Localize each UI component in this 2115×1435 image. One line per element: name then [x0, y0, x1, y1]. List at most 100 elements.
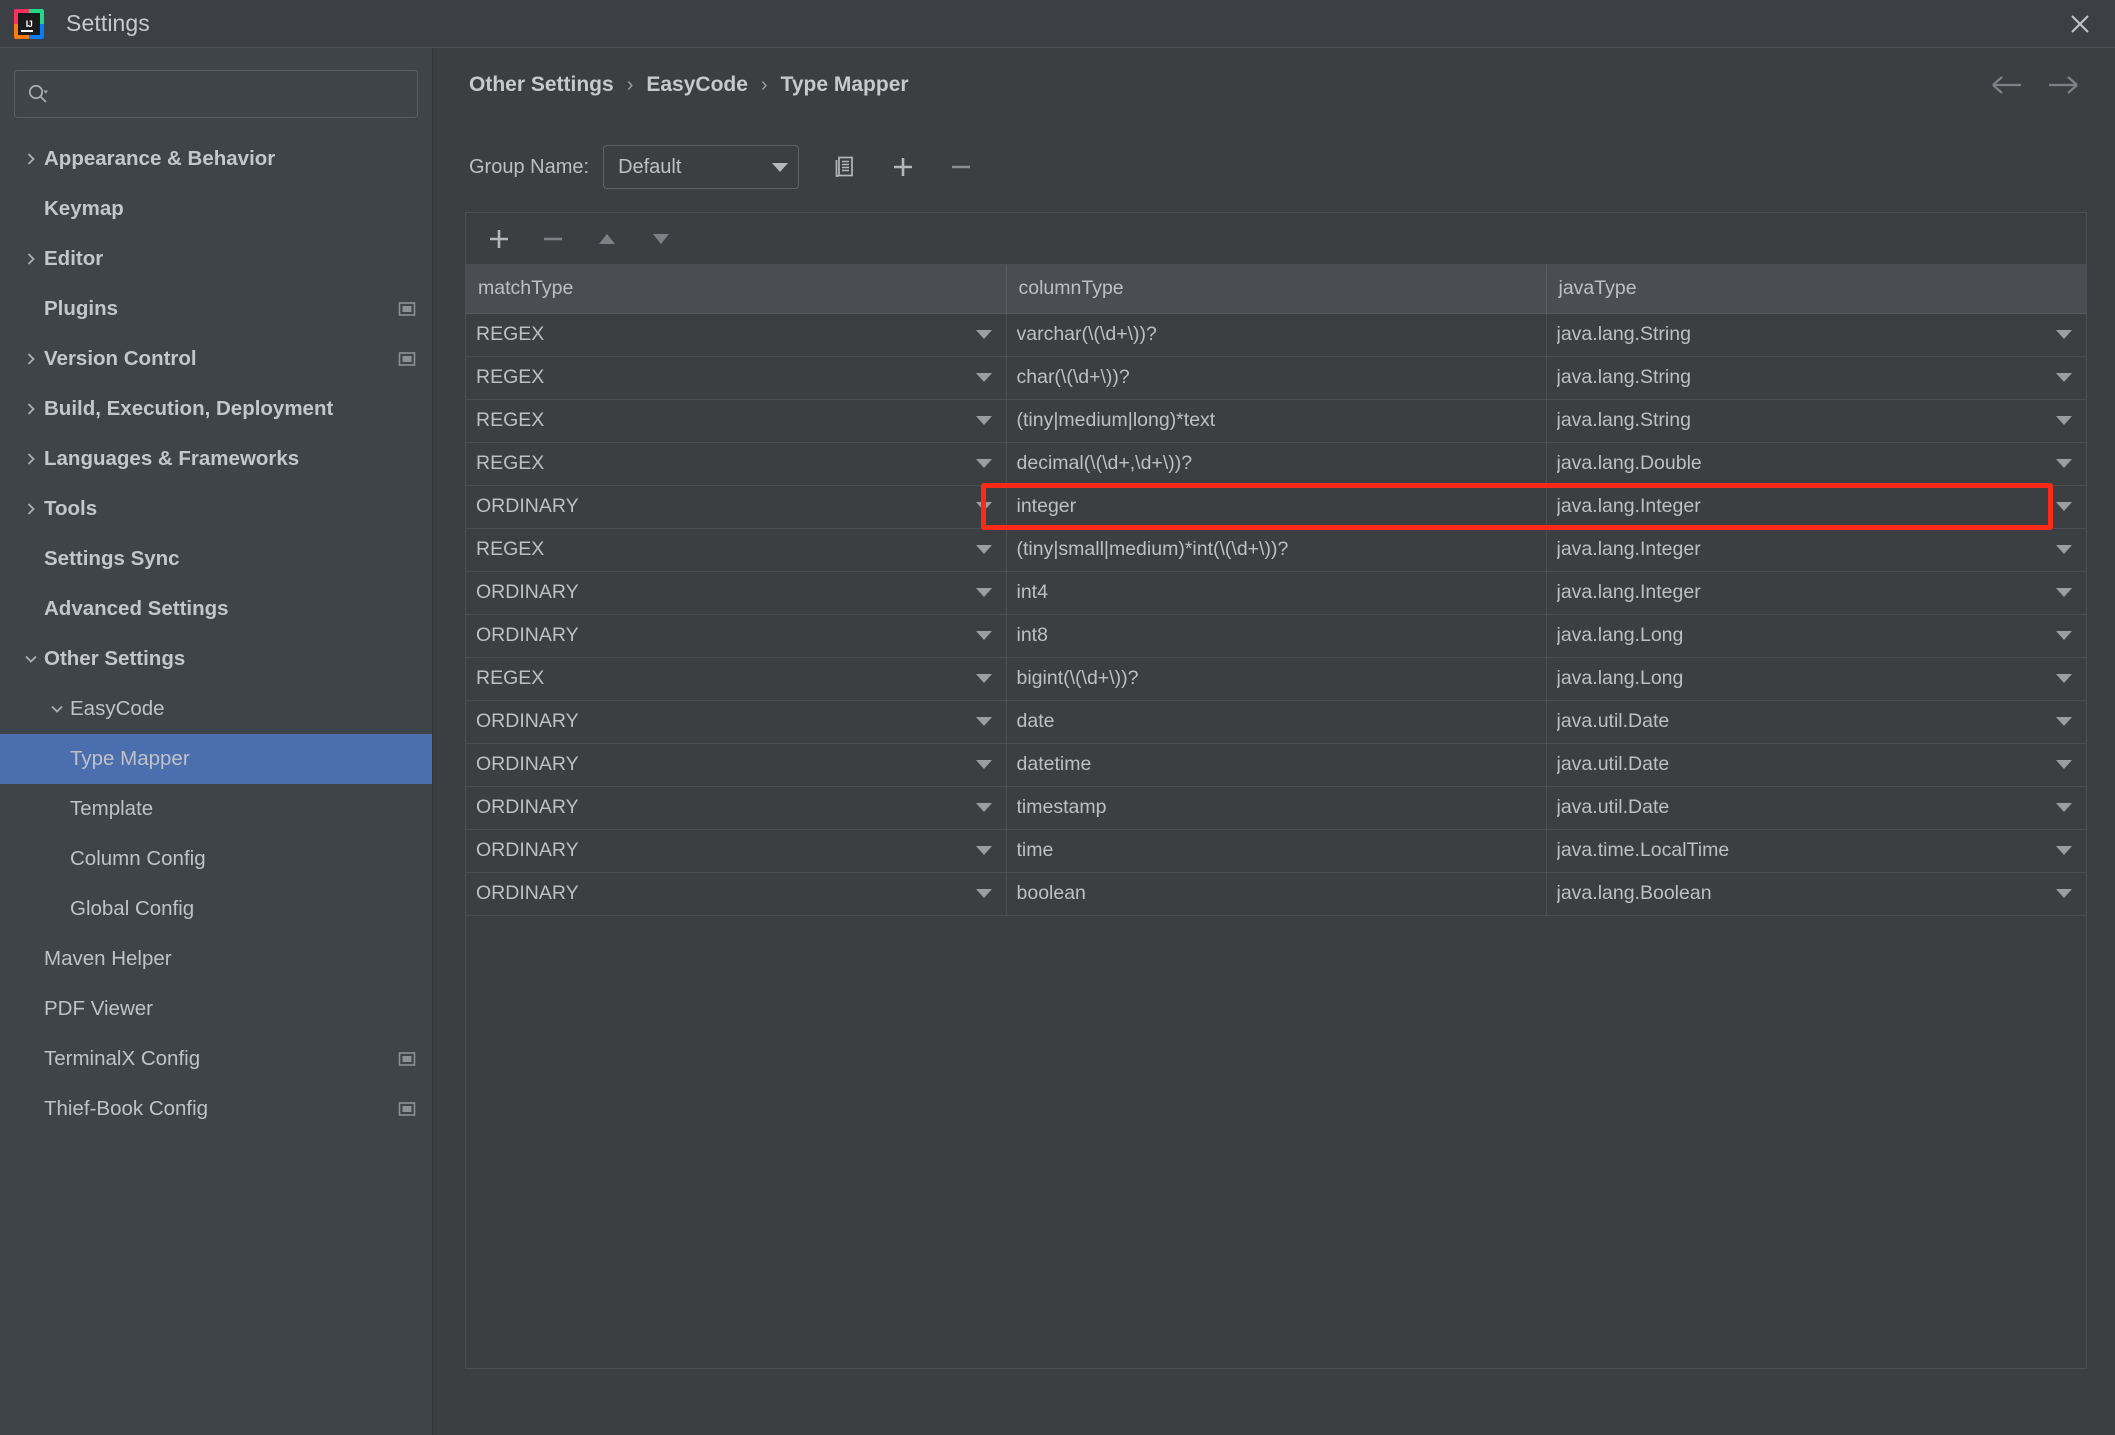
chevron-down-icon[interactable]: [2056, 846, 2072, 855]
table-row[interactable]: ORDINARYbooleanjava.lang.Boolean: [466, 872, 2086, 915]
sidebar-item-terminalx-config[interactable]: TerminalX Config: [0, 1034, 432, 1084]
chevron-down-icon[interactable]: [2056, 588, 2072, 597]
cell-javatype[interactable]: java.lang.Long: [1546, 657, 2086, 700]
breadcrumb-item-1[interactable]: EasyCode: [646, 73, 748, 97]
chevron-down-icon[interactable]: [44, 701, 70, 717]
chevron-down-icon[interactable]: [2056, 459, 2072, 468]
cell-matchtype[interactable]: REGEX: [466, 657, 1006, 700]
chevron-down-icon[interactable]: [2056, 545, 2072, 554]
cell-javatype[interactable]: java.lang.Integer: [1546, 571, 2086, 614]
chevron-down-icon[interactable]: [2056, 416, 2072, 425]
cell-javatype[interactable]: java.util.Date: [1546, 743, 2086, 786]
sidebar-item-build-execution-deployment[interactable]: Build, Execution, Deployment: [0, 384, 432, 434]
cell-matchtype[interactable]: ORDINARY: [466, 872, 1006, 915]
cell-javatype[interactable]: java.util.Date: [1546, 700, 2086, 743]
cell-columntype[interactable]: bigint(\(\d+\))?: [1006, 657, 1546, 700]
table-row[interactable]: REGEXvarchar(\(\d+\))?java.lang.String: [466, 313, 2086, 356]
sidebar-item-pdf-viewer[interactable]: PDF Viewer: [0, 984, 432, 1034]
sidebar-item-tools[interactable]: Tools: [0, 484, 432, 534]
sidebar-item-easycode[interactable]: EasyCode: [0, 684, 432, 734]
chevron-right-icon[interactable]: [18, 451, 44, 467]
cell-columntype[interactable]: datetime: [1006, 743, 1546, 786]
table-row[interactable]: ORDINARYdatetimejava.util.Date: [466, 743, 2086, 786]
table-scroll-area[interactable]: matchType columnType javaType REGEXvarch…: [466, 265, 2086, 1368]
chevron-down-icon[interactable]: [976, 674, 992, 683]
cell-javatype[interactable]: java.lang.Double: [1546, 442, 2086, 485]
chevron-down-icon[interactable]: [2056, 674, 2072, 683]
cell-columntype[interactable]: char(\(\d+\))?: [1006, 356, 1546, 399]
cell-javatype[interactable]: java.lang.Integer: [1546, 528, 2086, 571]
arrow-right-icon[interactable]: [2047, 73, 2079, 97]
cell-matchtype[interactable]: ORDINARY: [466, 829, 1006, 872]
sidebar-item-appearance-behavior[interactable]: Appearance & Behavior: [0, 134, 432, 184]
cell-matchtype[interactable]: ORDINARY: [466, 614, 1006, 657]
cell-javatype[interactable]: java.time.LocalTime: [1546, 829, 2086, 872]
chevron-down-icon[interactable]: [2056, 889, 2072, 898]
sidebar-item-settings-sync[interactable]: Settings Sync: [0, 534, 432, 584]
sidebar-item-advanced-settings[interactable]: Advanced Settings: [0, 584, 432, 634]
chevron-down-icon[interactable]: [2056, 760, 2072, 769]
cell-javatype[interactable]: java.lang.String: [1546, 399, 2086, 442]
sidebar-item-maven-helper[interactable]: Maven Helper: [0, 934, 432, 984]
chevron-down-icon[interactable]: [2056, 373, 2072, 382]
table-row[interactable]: ORDINARYint4java.lang.Integer: [466, 571, 2086, 614]
chevron-down-icon[interactable]: [2056, 330, 2072, 339]
chevron-down-icon[interactable]: [18, 651, 44, 667]
breadcrumb-item-0[interactable]: Other Settings: [469, 73, 614, 97]
sidebar-item-column-config[interactable]: Column Config: [0, 834, 432, 884]
chevron-down-icon[interactable]: [976, 502, 992, 511]
cell-matchtype[interactable]: ORDINARY: [466, 700, 1006, 743]
cell-columntype[interactable]: boolean: [1006, 872, 1546, 915]
chevron-down-icon[interactable]: [2056, 631, 2072, 640]
cell-matchtype[interactable]: ORDINARY: [466, 485, 1006, 528]
group-name-select[interactable]: Default: [603, 145, 799, 189]
table-row[interactable]: ORDINARYtimestampjava.util.Date: [466, 786, 2086, 829]
arrow-left-icon[interactable]: [1991, 73, 2023, 97]
chevron-down-icon[interactable]: [976, 416, 992, 425]
close-icon[interactable]: [2063, 7, 2097, 41]
remove-row-button[interactable]: [532, 218, 574, 260]
chevron-down-icon[interactable]: [2056, 803, 2072, 812]
chevron-down-icon[interactable]: [976, 889, 992, 898]
add-group-button[interactable]: [883, 147, 923, 187]
table-row[interactable]: ORDINARYtimejava.time.LocalTime: [466, 829, 2086, 872]
cell-matchtype[interactable]: ORDINARY: [466, 743, 1006, 786]
search-box[interactable]: [14, 70, 418, 118]
column-header-matchtype[interactable]: matchType: [466, 265, 1006, 313]
cell-columntype[interactable]: timestamp: [1006, 786, 1546, 829]
cell-columntype[interactable]: integer: [1006, 485, 1546, 528]
sidebar-item-version-control[interactable]: Version Control: [0, 334, 432, 384]
search-input[interactable]: [57, 84, 405, 105]
cell-matchtype[interactable]: ORDINARY: [466, 571, 1006, 614]
cell-columntype[interactable]: int4: [1006, 571, 1546, 614]
sidebar-item-keymap[interactable]: Keymap: [0, 184, 432, 234]
cell-javatype[interactable]: java.lang.Boolean: [1546, 872, 2086, 915]
chevron-down-icon[interactable]: [976, 588, 992, 597]
cell-matchtype[interactable]: REGEX: [466, 399, 1006, 442]
chevron-down-icon[interactable]: [976, 545, 992, 554]
sidebar-item-template[interactable]: Template: [0, 784, 432, 834]
column-header-columntype[interactable]: columnType: [1006, 265, 1546, 313]
sidebar-item-type-mapper[interactable]: Type Mapper: [0, 734, 432, 784]
table-row[interactable]: ORDINARYintegerjava.lang.Integer: [466, 485, 2086, 528]
cell-javatype[interactable]: java.lang.String: [1546, 313, 2086, 356]
chevron-down-icon[interactable]: [2056, 502, 2072, 511]
cell-columntype[interactable]: (tiny|small|medium)*int(\(\d+\))?: [1006, 528, 1546, 571]
chevron-right-icon[interactable]: [18, 151, 44, 167]
cell-matchtype[interactable]: REGEX: [466, 356, 1006, 399]
chevron-down-icon[interactable]: [976, 803, 992, 812]
cell-columntype[interactable]: (tiny|medium|long)*text: [1006, 399, 1546, 442]
copy-icon[interactable]: [825, 147, 865, 187]
chevron-down-icon[interactable]: [976, 717, 992, 726]
remove-group-button[interactable]: [941, 147, 981, 187]
chevron-down-icon[interactable]: [976, 373, 992, 382]
table-row[interactable]: REGEX(tiny|medium|long)*textjava.lang.St…: [466, 399, 2086, 442]
table-row[interactable]: REGEXbigint(\(\d+\))?java.lang.Long: [466, 657, 2086, 700]
sidebar-item-thief-book-config[interactable]: Thief-Book Config: [0, 1084, 432, 1134]
cell-javatype[interactable]: java.lang.Long: [1546, 614, 2086, 657]
chevron-right-icon[interactable]: [18, 251, 44, 267]
sidebar-item-plugins[interactable]: Plugins: [0, 284, 432, 334]
column-header-javatype[interactable]: javaType: [1546, 265, 2086, 313]
cell-columntype[interactable]: decimal(\(\d+,\d+\))?: [1006, 442, 1546, 485]
cell-columntype[interactable]: int8: [1006, 614, 1546, 657]
